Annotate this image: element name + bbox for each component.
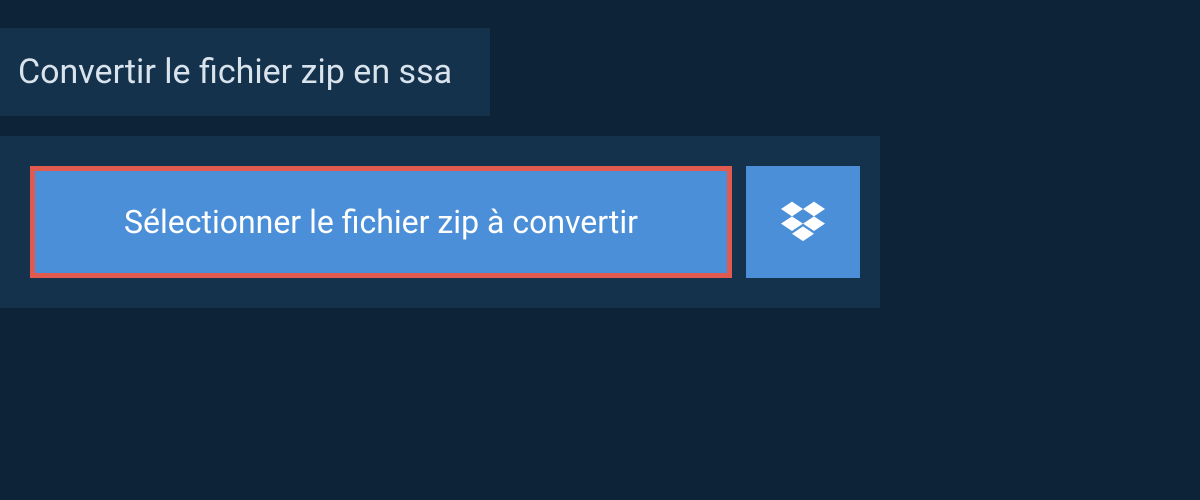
action-panel: Sélectionner le fichier zip à convertir bbox=[0, 136, 880, 308]
select-file-button[interactable]: Sélectionner le fichier zip à convertir bbox=[30, 166, 732, 278]
dropbox-icon bbox=[781, 198, 825, 246]
dropbox-button[interactable] bbox=[746, 166, 860, 278]
select-file-label: Sélectionner le fichier zip à convertir bbox=[124, 203, 638, 241]
page-header: Convertir le fichier zip en ssa bbox=[0, 28, 490, 116]
page-title: Convertir le fichier zip en ssa bbox=[18, 52, 452, 92]
